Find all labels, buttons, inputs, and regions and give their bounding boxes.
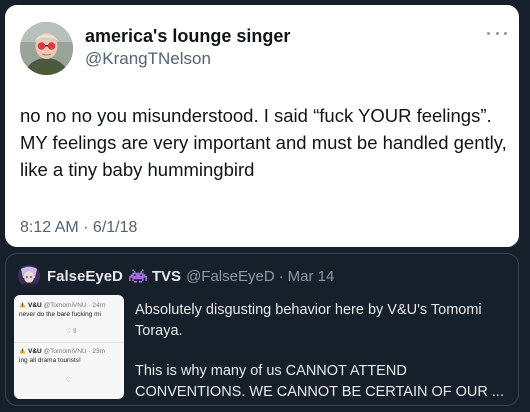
avatar[interactable] bbox=[20, 22, 73, 75]
quote-display-suffix: TVS bbox=[151, 267, 182, 285]
quote-avatar-image bbox=[18, 265, 40, 287]
media-post-name: V&U bbox=[28, 348, 42, 355]
separator-dot: · bbox=[278, 267, 284, 285]
media-post-handle: @TomomiVNU · 23m bbox=[43, 348, 106, 355]
heart-icon: ♡ bbox=[66, 329, 72, 335]
tweet-card[interactable]: america's lounge singer @KrangTNelson no… bbox=[5, 5, 519, 247]
media-post-text: never do the bare fucking mi bbox=[19, 311, 102, 318]
warning-icon bbox=[19, 301, 26, 308]
media-post-header: V&U @TomomiVNU · 23m bbox=[19, 347, 105, 355]
media-post-likes: ♡ bbox=[66, 377, 71, 384]
space-invader-icon bbox=[128, 269, 147, 283]
display-name[interactable]: america's lounge singer bbox=[85, 26, 290, 47]
quote-text-paragraph: This is why many of us CANNOT ATTEND CON… bbox=[135, 363, 504, 400]
quote-media-thumbnail[interactable]: V&U @TomomiVNU · 24m never do the bare f… bbox=[14, 295, 124, 399]
quoted-tweet-card[interactable]: FalseEyeD TVS @FalseEyeD · Mar 14 V&U @T… bbox=[5, 253, 519, 406]
avatar-image bbox=[20, 22, 73, 75]
more-horizontal-icon[interactable] bbox=[487, 29, 507, 37]
user-handle[interactable]: @KrangTNelson bbox=[85, 49, 211, 69]
quote-text: Absolutely disgusting behavior here by V… bbox=[135, 300, 513, 402]
quote-user-handle[interactable]: @FalseEyeD bbox=[186, 268, 275, 285]
media-divider bbox=[14, 342, 124, 343]
warning-icon bbox=[19, 347, 26, 354]
media-post-handle: @TomomiVNU · 24m bbox=[43, 302, 106, 309]
heart-icon: ♡ bbox=[66, 378, 72, 384]
tweet-timestamp[interactable]: 8:12 AM · 6/1/18 bbox=[20, 219, 137, 237]
screenshot: america's lounge singer @KrangTNelson no… bbox=[0, 0, 530, 412]
media-post-header: V&U @TomomiVNU · 24m bbox=[19, 301, 105, 309]
media-post-like-count: 5 bbox=[73, 329, 77, 335]
media-post-name: V&U bbox=[28, 302, 42, 309]
media-post-text: ing all drama tourists! bbox=[19, 357, 81, 364]
quote-avatar[interactable] bbox=[18, 265, 40, 287]
quote-header: FalseEyeD TVS @FalseEyeD · Mar 14 bbox=[47, 267, 334, 285]
media-post-likes: ♡ 5 bbox=[66, 328, 76, 335]
tweet-text: no no no you misunderstood. I said “fuck… bbox=[20, 105, 507, 180]
quote-display-name[interactable]: FalseEyeD bbox=[47, 268, 123, 285]
quote-text-paragraph: Absolutely disgusting behavior here by V… bbox=[135, 302, 482, 339]
quote-date[interactable]: Mar 14 bbox=[288, 268, 335, 285]
